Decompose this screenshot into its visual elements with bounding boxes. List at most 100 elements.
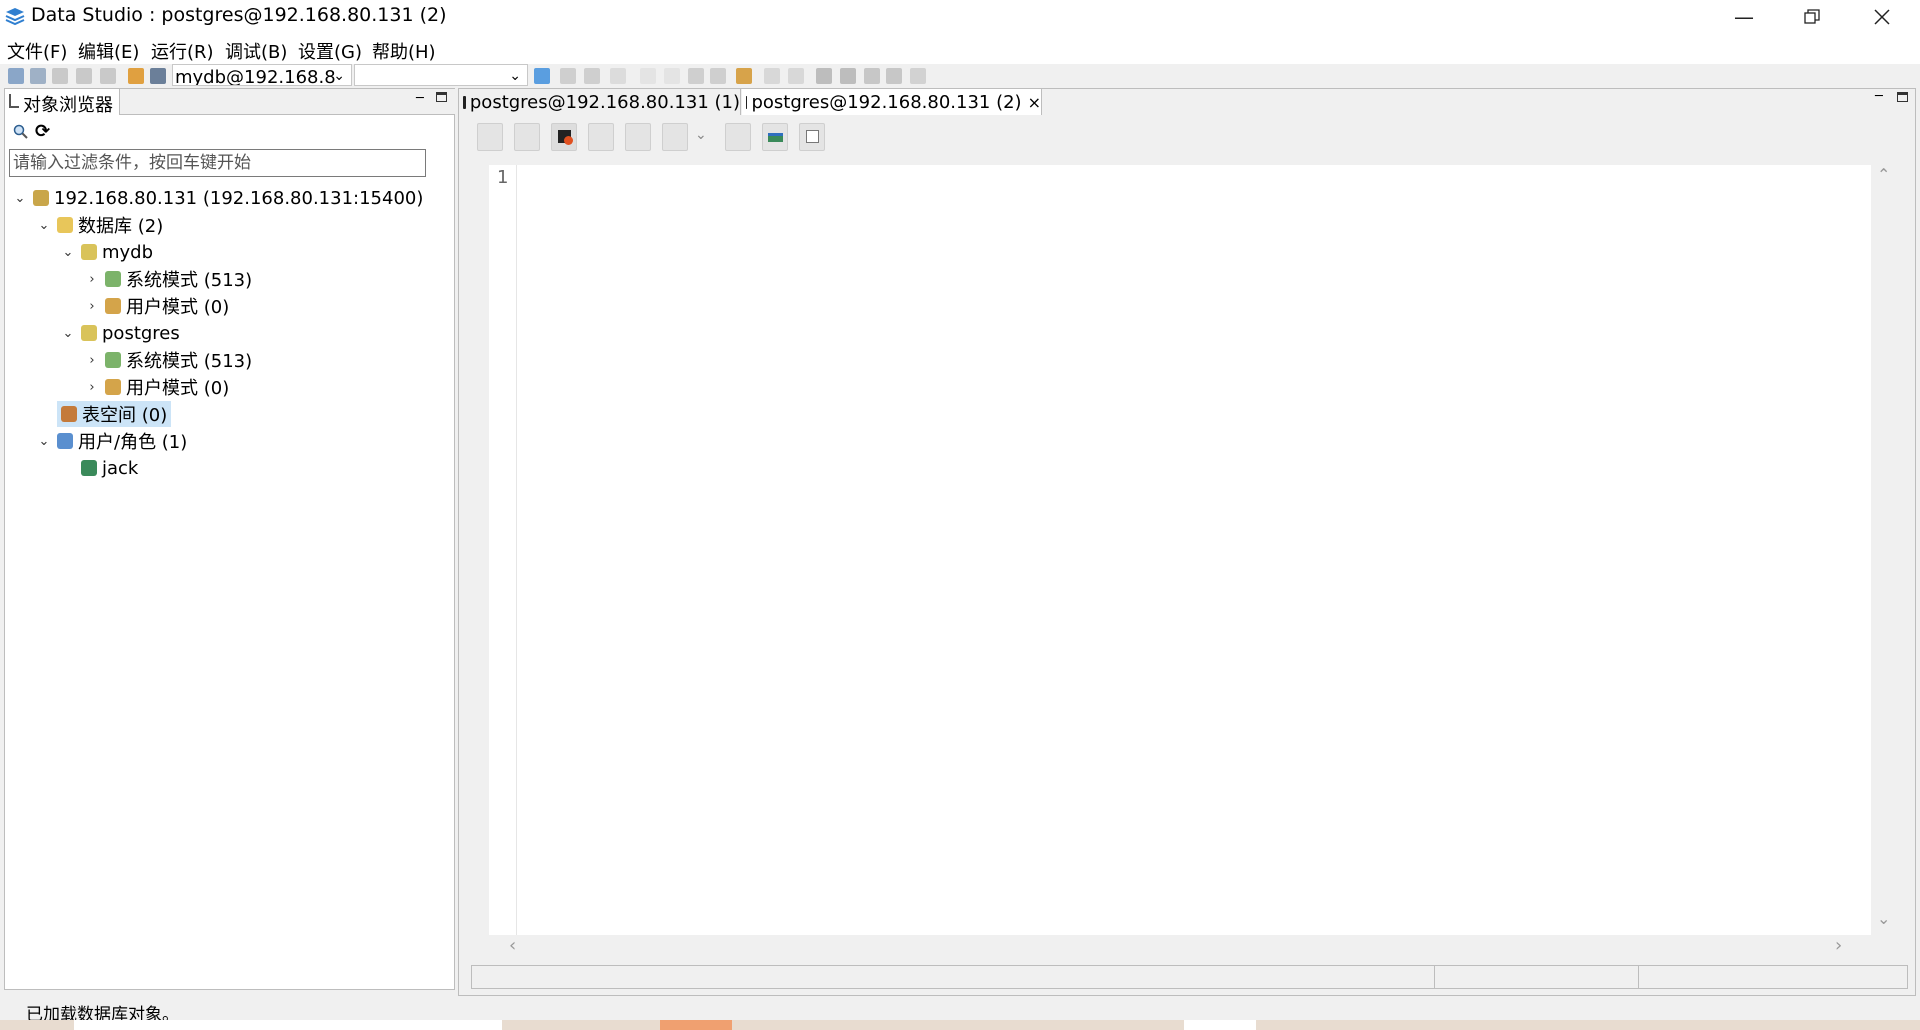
scroll-down-icon[interactable]: ⌄ <box>1877 909 1890 928</box>
commit-button[interactable] <box>662 123 688 151</box>
chevron-down-icon[interactable]: ⌄ <box>61 326 75 341</box>
menu-settings[interactable]: 设置(G) <box>298 38 362 64</box>
minimize-panel-icon[interactable]: ─ <box>416 91 424 106</box>
tab-editor-2[interactable]: postgres@192.168.80.131 (2) × <box>742 89 1042 115</box>
maximize-panel-icon[interactable] <box>1897 92 1908 102</box>
align-top-button[interactable] <box>588 123 614 151</box>
scroll-right-icon[interactable]: › <box>1835 935 1842 956</box>
uncomment-icon[interactable] <box>788 68 804 84</box>
format-icon[interactable] <box>610 68 626 84</box>
chevron-down-icon[interactable]: ⌄ <box>37 434 51 449</box>
clipboard-icon[interactable] <box>910 68 926 84</box>
rollback-button[interactable] <box>725 123 751 151</box>
user-schema-icon <box>105 298 121 314</box>
taskbar-segment <box>660 1020 732 1030</box>
window-title: Data Studio : postgres@192.168.80.131 (2… <box>31 4 447 26</box>
new-editor-icon[interactable] <box>52 68 68 84</box>
lowercase-icon[interactable] <box>664 68 680 84</box>
chevron-right-icon[interactable]: › <box>85 299 99 314</box>
cancel-execution-button[interactable] <box>514 123 540 151</box>
execute-button[interactable] <box>477 123 503 151</box>
scroll-up-icon[interactable]: ⌃ <box>1877 165 1890 184</box>
tree-mydb-user-schema[interactable]: › 用户模式 (0) <box>85 293 229 319</box>
editor-status-line <box>471 965 1908 989</box>
secondary-select[interactable]: ⌄ <box>354 64 528 86</box>
chevron-right-icon[interactable]: › <box>85 272 99 287</box>
chevron-down-icon[interactable]: ⌄ <box>37 218 51 233</box>
tree-db-mydb[interactable]: ⌄ mydb <box>61 239 154 265</box>
tree-users-roles[interactable]: ⌄ 用户/角色 (1) <box>37 428 188 454</box>
scroll-left-icon[interactable]: ‹ <box>509 935 516 956</box>
terminal-icon <box>463 95 466 109</box>
menu-run[interactable]: 运行(R) <box>151 38 214 64</box>
tree-postgres-system-schema[interactable]: › 系统模式 (513) <box>85 347 252 373</box>
chevron-down-icon[interactable]: ⌄ <box>61 245 75 260</box>
gear-icon[interactable] <box>840 68 856 84</box>
chevron-right-icon[interactable]: › <box>85 380 99 395</box>
filter-input[interactable] <box>9 149 426 177</box>
tree-postgres-system-schema-label: 系统模式 (513) <box>126 351 253 372</box>
edit-button[interactable] <box>799 123 825 151</box>
outdent-icon[interactable] <box>710 68 726 84</box>
link-icon[interactable] <box>886 68 902 84</box>
tree-users-roles-label: 用户/角色 (1) <box>78 432 188 453</box>
chevron-right-icon[interactable]: › <box>85 353 99 368</box>
connection-select-value: mydb@192.168.8 <box>175 67 336 86</box>
sql-editor[interactable]: 1 <box>489 165 1871 935</box>
tab-object-browser[interactable]: 对象浏览器 <box>5 89 120 116</box>
tree-user-jack[interactable]: jack <box>81 455 138 481</box>
tree-postgres-user-schema[interactable]: › 用户模式 (0) <box>85 374 229 400</box>
tree-db-postgres[interactable]: ⌄ postgres <box>61 320 180 346</box>
close-tab-icon[interactable]: × <box>1028 93 1041 112</box>
horizontal-scrollbar[interactable]: ‹ › <box>489 935 1871 957</box>
connection-select[interactable]: mydb@192.168.8 ⌄ <box>172 64 352 86</box>
copy-icon[interactable] <box>100 68 116 84</box>
uppercase-icon[interactable] <box>640 68 656 84</box>
taskbar-segment <box>1184 1020 1256 1030</box>
tree-databases-label: 数据库 (2) <box>78 216 164 237</box>
refresh-icon[interactable]: ⟳ <box>35 121 50 142</box>
save-icon[interactable] <box>150 68 166 84</box>
user-schema-icon <box>105 379 121 395</box>
chevron-down-icon[interactable]: ⌄ <box>13 191 27 206</box>
tree-mydb-system-schema[interactable]: › 系统模式 (513) <box>85 266 252 292</box>
tab-editor-1[interactable]: postgres@192.168.80.131 (1) <box>459 89 741 115</box>
close-button[interactable] <box>1848 0 1916 34</box>
step-icon[interactable] <box>584 68 600 84</box>
refresh-icon[interactable] <box>864 68 880 84</box>
tree-tablespaces[interactable]: 表空间 (0) <box>57 401 172 427</box>
status-divider <box>1638 966 1639 988</box>
align-middle-button[interactable] <box>625 123 651 151</box>
connect-icon[interactable] <box>8 68 24 84</box>
indent-icon[interactable] <box>688 68 704 84</box>
explain-plan-button[interactable] <box>762 123 788 151</box>
menu-help[interactable]: 帮助(H) <box>372 38 436 64</box>
open-folder-icon[interactable] <box>128 68 144 84</box>
system-schema-icon <box>105 271 121 287</box>
menu-file[interactable]: 文件(F) <box>7 38 67 64</box>
execute-new-tab-icon[interactable] <box>534 68 550 84</box>
plugin-icon[interactable] <box>736 68 752 84</box>
menu-edit[interactable]: 编辑(E) <box>78 38 139 64</box>
database-icon <box>81 244 97 260</box>
close-editor-icon[interactable] <box>76 68 92 84</box>
tree-server[interactable]: ⌄ 192.168.80.131 (192.168.80.131:15400) <box>13 185 424 211</box>
minimize-button[interactable]: — <box>1710 0 1778 34</box>
data-studio-logo-icon <box>5 8 25 26</box>
settings-icon[interactable] <box>816 68 832 84</box>
execute-stop-button[interactable] <box>551 123 577 151</box>
restore-button[interactable] <box>1778 0 1846 34</box>
chevron-down-icon: ⌄ <box>509 68 521 84</box>
search-icon[interactable] <box>13 124 29 145</box>
tree-user-jack-label: jack <box>102 457 139 479</box>
menu-debug[interactable]: 调试(B) <box>225 38 287 64</box>
tree-postgres-user-schema-label: 用户模式 (0) <box>126 378 230 399</box>
minimize-panel-icon[interactable]: ─ <box>1875 89 1883 104</box>
chevron-down-icon: ⌄ <box>333 68 345 84</box>
disconnect-icon[interactable] <box>30 68 46 84</box>
chevron-down-icon[interactable]: ⌄ <box>695 127 707 143</box>
debug-icon[interactable] <box>560 68 576 84</box>
tree-databases[interactable]: ⌄ 数据库 (2) <box>37 212 164 238</box>
maximize-panel-icon[interactable] <box>436 92 447 102</box>
comment-icon[interactable] <box>764 68 780 84</box>
